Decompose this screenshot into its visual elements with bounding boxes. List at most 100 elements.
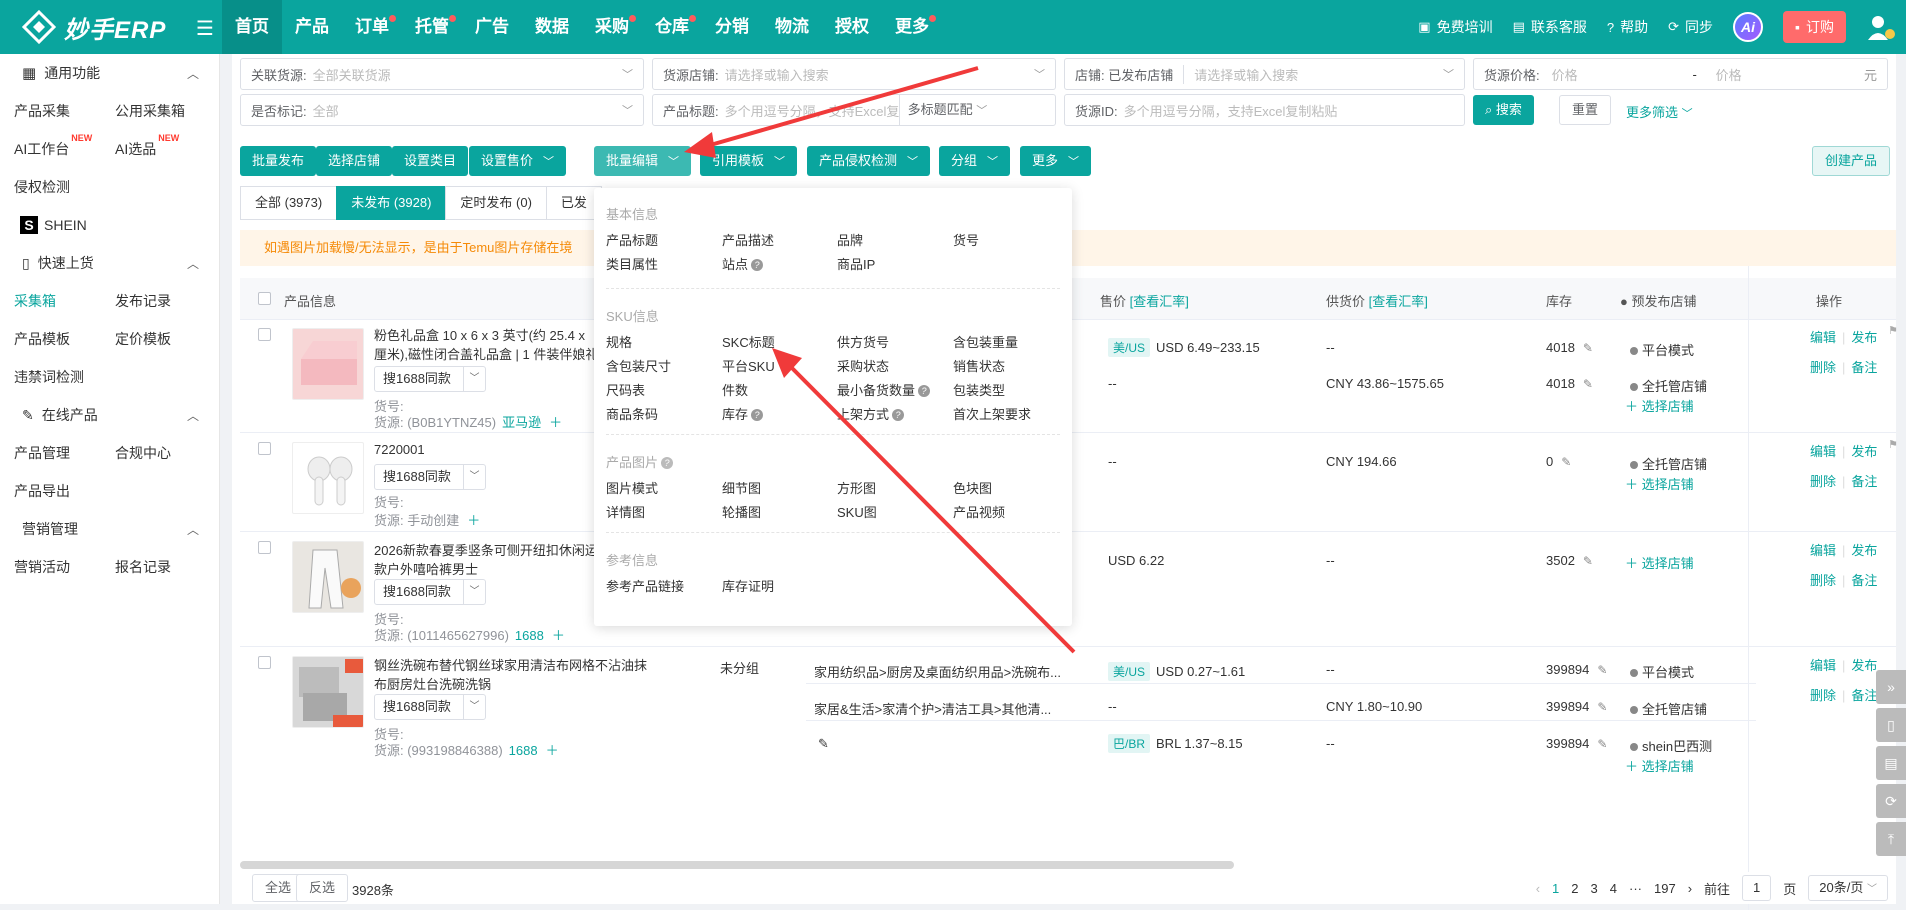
sidebar-item-campaign[interactable]: 营销活动 xyxy=(14,557,115,577)
nav-product[interactable]: 产品 xyxy=(282,0,342,54)
store-filter[interactable]: 货源店铺: 请选择或输入搜索 ﹀ xyxy=(652,58,1056,90)
publish-link[interactable]: 发布 xyxy=(1851,543,1877,558)
horizontal-scrollbar[interactable] xyxy=(240,861,1234,869)
add-icon[interactable]: ＋ xyxy=(552,628,565,643)
publish-link[interactable]: 发布 xyxy=(1851,330,1877,345)
sidebar-item-product-manage[interactable]: 产品管理 xyxy=(14,443,115,463)
edit-icon[interactable]: ✎ xyxy=(1583,341,1593,355)
delete-link[interactable]: 删除 xyxy=(1810,360,1836,375)
edit-icon[interactable]: ✎ xyxy=(818,736,829,752)
dd-item-size-chart[interactable]: 尺码表 xyxy=(606,380,645,399)
add-icon[interactable]: ＋ xyxy=(549,415,562,430)
edit-icon[interactable]: ✎ xyxy=(1561,455,1571,469)
dd-item-detail-img[interactable]: 细节图 xyxy=(722,478,761,497)
nav-managed[interactable]: 托管 xyxy=(402,0,462,54)
select-all-checkbox[interactable] xyxy=(258,292,271,305)
note-link[interactable]: 备注 xyxy=(1851,474,1877,489)
dd-item-square-img[interactable]: 方形图 xyxy=(837,478,876,497)
note-link[interactable]: 备注 xyxy=(1851,360,1877,375)
help-link[interactable]: ? 帮助 xyxy=(1607,17,1648,37)
page-1[interactable]: 1 xyxy=(1552,881,1559,896)
title-filter[interactable]: 产品标题:多个用逗号分隔，支持Excel复制粘 多标题匹配 ﹀ xyxy=(652,94,1056,126)
dd-item-ref-link[interactable]: 参考产品链接 xyxy=(606,576,684,595)
batch-publish-button[interactable]: 批量发布 xyxy=(240,146,317,176)
prev-page-icon[interactable]: ‹ xyxy=(1536,881,1540,896)
choose-store-link[interactable]: ＋ 选择店铺 xyxy=(1625,756,1694,775)
product-thumbnail[interactable] xyxy=(292,656,364,728)
dd-item-image-mode[interactable]: 图片模式 xyxy=(606,478,658,497)
nav-home[interactable]: 首页 xyxy=(222,0,282,54)
sidebar-item-ai-workbench[interactable]: AI工作台 NEW xyxy=(14,133,115,159)
dd-item-weight[interactable]: 含包装重量 xyxy=(953,332,1018,351)
nav-purchase[interactable]: 采购 xyxy=(582,0,642,54)
dd-item-platform-sku[interactable]: 平台SKU xyxy=(722,356,775,375)
sync-link[interactable]: ⟳ 同步 xyxy=(1668,17,1713,37)
edit-link[interactable]: 编辑 xyxy=(1810,543,1836,558)
dd-item-size[interactable]: 含包装尺寸 xyxy=(606,356,671,375)
note-link[interactable]: 备注 xyxy=(1851,688,1877,703)
source-filter[interactable]: 关联货源: 全部关联货源 ﹀ xyxy=(240,58,644,90)
tab-all[interactable]: 全部 (3973) xyxy=(240,186,338,220)
infringement-check-button[interactable]: 产品侵权检测 ﹀ xyxy=(807,146,931,176)
page-size-select[interactable]: 20条/页 ﹀ xyxy=(1808,875,1888,901)
note-link[interactable]: 备注 xyxy=(1851,573,1877,588)
page-last[interactable]: 197 xyxy=(1654,881,1676,896)
row-checkbox[interactable] xyxy=(258,656,271,669)
tab-unpublished[interactable]: 未发布 (3928) xyxy=(336,186,447,220)
sidebar-item-ai-select[interactable]: AI选品 NEW xyxy=(115,133,216,159)
delete-link[interactable]: 删除 xyxy=(1810,688,1836,703)
dd-item-skc-title[interactable]: SKC标题 xyxy=(722,332,775,351)
set-price-button[interactable]: 设置售价 ﹀ xyxy=(469,146,567,176)
choose-store-link[interactable]: ＋ 选择店铺 xyxy=(1625,474,1694,493)
sidebar-item-signup[interactable]: 报名记录 xyxy=(115,557,216,577)
page-3[interactable]: 3 xyxy=(1591,881,1598,896)
sidebar-group-marketing[interactable]: 营销管理 ︿ xyxy=(0,510,219,548)
add-icon[interactable]: ＋ xyxy=(467,513,480,528)
sidebar-item-collect[interactable]: 产品采集 xyxy=(14,101,115,121)
nav-logistics[interactable]: 物流 xyxy=(762,0,822,54)
dd-item-color-img[interactable]: 色块图 xyxy=(953,478,992,497)
dd-item-category-attr[interactable]: 类目属性 xyxy=(606,254,658,273)
row-checkbox[interactable] xyxy=(258,541,271,554)
set-category-button[interactable]: 设置类目 xyxy=(392,146,469,176)
dd-item-barcode[interactable]: 商品条码 xyxy=(606,404,658,423)
choose-store-link[interactable]: ＋ 选择店铺 xyxy=(1625,396,1694,415)
nav-data[interactable]: 数据 xyxy=(522,0,582,54)
nav-auth[interactable]: 授权 xyxy=(822,0,882,54)
dd-item-desc[interactable]: 产品描述 xyxy=(722,230,774,249)
product-thumbnail[interactable] xyxy=(292,442,364,514)
exchange-rate-link[interactable]: [查看汇率] xyxy=(1369,294,1428,309)
price-filter[interactable]: 货源价格: 价格 - 价格元 xyxy=(1473,58,1888,90)
dd-item-sku-no[interactable]: 货号 xyxy=(953,230,979,249)
ai-button[interactable]: Ai xyxy=(1733,12,1764,42)
edit-icon[interactable]: ✎ xyxy=(1597,700,1607,714)
choose-store-link[interactable]: ＋ 选择店铺 xyxy=(1625,553,1694,572)
edit-link[interactable]: 编辑 xyxy=(1810,444,1836,459)
sidebar-item-public-box[interactable]: 公用采集箱 xyxy=(115,101,216,121)
row-checkbox[interactable] xyxy=(258,328,271,341)
sidebar-item-product-template[interactable]: 产品模板 xyxy=(14,329,115,349)
dd-item-min-stock[interactable]: 最小备货数量? xyxy=(837,380,931,399)
user-icon[interactable] xyxy=(1866,12,1896,42)
edit-link[interactable]: 编辑 xyxy=(1810,658,1836,673)
sidebar-item-collect-box[interactable]: 采集箱 xyxy=(14,291,115,311)
sidebar-item-shein[interactable]: S SHEIN xyxy=(0,206,219,244)
title-match-select[interactable]: 多标题匹配 ﹀ xyxy=(898,95,996,125)
edit-link[interactable]: 编辑 xyxy=(1810,330,1836,345)
mobile-icon[interactable]: ▯ xyxy=(1876,708,1906,742)
product-thumbnail[interactable] xyxy=(292,541,364,613)
logo[interactable]: 妙手ERP xyxy=(22,10,166,44)
tab-scheduled[interactable]: 定时发布 (0) xyxy=(445,186,547,220)
expand-icon[interactable]: » xyxy=(1876,670,1906,704)
product-thumbnail[interactable] xyxy=(292,328,364,400)
source-link[interactable]: 亚马逊 xyxy=(502,415,541,430)
dd-item-stock-proof[interactable]: 库存证明 xyxy=(722,576,774,595)
edit-icon[interactable]: ✎ xyxy=(1597,663,1607,677)
back-to-top-icon[interactable]: ⤒ xyxy=(1876,822,1906,856)
training-link[interactable]: ▣ 免费培训 xyxy=(1418,17,1492,37)
dd-item-title[interactable]: 产品标题 xyxy=(606,230,658,249)
publish-link[interactable]: 发布 xyxy=(1851,444,1877,459)
flag-icon[interactable]: ⚑ xyxy=(1888,324,1898,337)
shop-filter[interactable]: 店铺: 已发布店铺 请选择或输入搜索 ﹀ xyxy=(1064,58,1465,90)
row-checkbox[interactable] xyxy=(258,442,271,455)
